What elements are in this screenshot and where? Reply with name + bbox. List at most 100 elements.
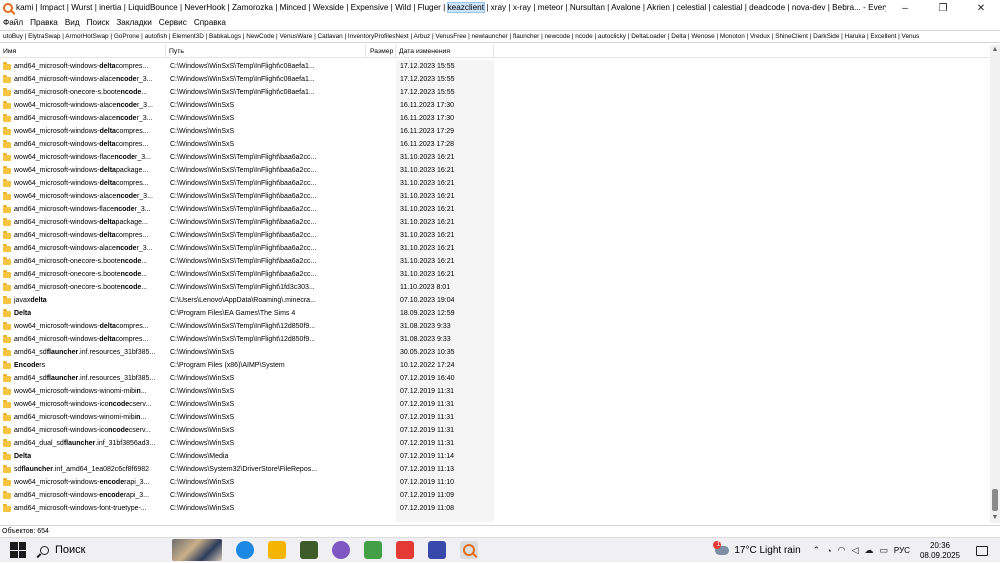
winrar-icon[interactable]	[428, 541, 446, 559]
search-input[interactable]: utoBuy | ElytraSwap | ArmorHotSwap | GoP…	[0, 30, 1000, 43]
column-path[interactable]: Путь	[166, 45, 366, 58]
folder-icon	[3, 152, 11, 161]
everything-taskbar-glyph-icon	[463, 544, 475, 556]
minecraft-launcher-icon[interactable]	[364, 541, 382, 559]
cloud-icon[interactable]: ☁	[864, 545, 873, 556]
menu-search[interactable]: Поиск	[87, 16, 110, 29]
folder-icon	[3, 74, 11, 83]
table-row[interactable]: amd64_microsoft-windows-font-truetype-..…	[0, 502, 990, 515]
table-row[interactable]: wow64_microsoft-windows-winomi-mibin... C…	[0, 385, 990, 398]
table-row[interactable]: javaxdelta C:\Users\Lenovo\AppData\Roamin…	[0, 294, 990, 307]
table-row[interactable]: wow64_microsoft-windows-encoderapi_3... C…	[0, 476, 990, 489]
table-row[interactable]: amd64_sdflauncher.inf.resources_31bf385.…	[0, 346, 990, 359]
minecraft-icon[interactable]	[300, 541, 318, 559]
table-row[interactable]: amd64_microsoft-windows-flacencoder_3...…	[0, 203, 990, 216]
file-name: Encoders	[14, 362, 46, 369]
table-row[interactable]: wow64_microsoft-windows-deltacompres... C…	[0, 125, 990, 138]
anydesk-icon[interactable]	[396, 541, 414, 559]
battery-icon[interactable]: ▭	[879, 545, 888, 556]
minimize-button[interactable]: –	[886, 0, 924, 16]
table-row[interactable]: amd64_microsoft-windows-alacencoder_3...…	[0, 242, 990, 255]
chevron-up-icon[interactable]: ⌃	[813, 545, 821, 556]
file-date: 31.10.2023 16:21	[396, 268, 494, 281]
file-date: 16.11.2023 17:29	[396, 125, 494, 138]
table-row[interactable]: amd64_microsoft-onecore-s.bootencode... C…	[0, 281, 990, 294]
file-name: amd64_microsoft-windows-deltacompres...	[14, 141, 149, 148]
table-row[interactable]: amd64_microsoft-windows-deltacompres... C…	[0, 138, 990, 151]
table-row[interactable]: wow64_microsoft-windows-deltapackage... C…	[0, 164, 990, 177]
scroll-down-icon[interactable]: ▼	[990, 513, 1000, 523]
file-path: C:\Windows\WinSxS\Temp\InFlight\baa6a2cc…	[170, 167, 317, 174]
volume-icon[interactable]: ◁	[851, 545, 858, 556]
menu-view[interactable]: Вид	[65, 16, 80, 29]
table-row[interactable]: wow64_microsoft-windows-iconcodecserv...…	[0, 398, 990, 411]
file-date: 07.12.2019 16:40	[396, 372, 494, 385]
table-row[interactable]: wow64_microsoft-windows-alacencoder_3...…	[0, 190, 990, 203]
widget-thumbnail[interactable]	[172, 539, 222, 561]
table-row[interactable]: amd64_microsoft-windows-deltacompres... C…	[0, 60, 990, 73]
table-row[interactable]: amd64_microsoft-windows-alacencoder_3...…	[0, 73, 990, 86]
maximize-button[interactable]: ❐	[924, 0, 962, 16]
notification-icon[interactable]	[976, 545, 988, 556]
file-name-cell: amd64_microsoft-windows-deltacompres...	[3, 333, 166, 346]
file-name-cell: amd64_microsoft-windows-iconcodecserv...	[3, 424, 166, 437]
table-row[interactable]: wow64_microsoft-windows-alacencoder_3...…	[0, 99, 990, 112]
file-name-cell: javaxdelta	[3, 294, 166, 307]
table-row[interactable]: amd64_microsoft-windows-alacencoder_3...…	[0, 112, 990, 125]
table-row[interactable]: amd64_microsoft-windows-iconcodecserv...…	[0, 424, 990, 437]
table-row[interactable]: wow64_microsoft-windows-deltacompres... C…	[0, 177, 990, 190]
windows-start-icon[interactable]	[10, 542, 26, 558]
table-row[interactable]: Delta C:\Program Files\EA Games\The Sims …	[0, 307, 990, 320]
table-row[interactable]: amd64_sdflauncher.inf.resources_31bf385.…	[0, 372, 990, 385]
table-row[interactable]: amd64_microsoft-windows-deltacompres... C…	[0, 333, 990, 346]
table-row[interactable]: amd64_microsoft-onecore-s.bootencode... C…	[0, 86, 990, 99]
table-row[interactable]: amd64_microsoft-windows-encoderapi_3... C…	[0, 489, 990, 502]
file-date: 07.12.2019 11:10	[396, 476, 494, 489]
weather-widget[interactable]: 1 17°C Light rain	[713, 541, 801, 556]
wifi-icon[interactable]: ◠	[838, 545, 846, 556]
folder-icon	[3, 412, 11, 421]
table-row[interactable]: amd64_microsoft-onecore-s.bootencode... C…	[0, 268, 990, 281]
column-size[interactable]: Размер	[366, 45, 396, 58]
table-row[interactable]: amd64_microsoft-onecore-s.bootencode... C…	[0, 255, 990, 268]
menu-bookmarks[interactable]: Закладки	[116, 16, 151, 29]
close-button[interactable]: ✕	[962, 0, 1000, 16]
clock[interactable]: 20:36 08.09.2025	[920, 541, 960, 561]
file-path: C:\Windows\WinSxS\Temp\InFlight\baa6a2cc…	[170, 206, 317, 213]
menu-edit[interactable]: Правка	[30, 16, 58, 29]
file-path: C:\Windows\WinSxS\Temp\InFlight\baa6a2cc…	[170, 193, 317, 200]
file-name: amd64_sdflauncher.inf.resources_31bf385.…	[14, 349, 156, 356]
title-bar: kami | Impact | Wurst | inertia | Liquid…	[0, 0, 1000, 16]
scroll-thumb[interactable]	[992, 489, 998, 511]
table-row[interactable]: amd64_microsoft-windows-deltacompres... C…	[0, 229, 990, 242]
folder-icon	[3, 347, 11, 356]
edge-icon[interactable]	[236, 541, 254, 559]
table-row[interactable]: Encoders C:\Program Files (x86)\AIMP\Syst…	[0, 359, 990, 372]
network-icon[interactable]: ◔	[826, 546, 831, 556]
table-row[interactable]: wow64_microsoft-windows-flacencoder_3...…	[0, 151, 990, 164]
table-row[interactable]: amd64_microsoft-windows-winomi-mibin... C…	[0, 411, 990, 424]
taskbar-search[interactable]: Поиск	[40, 540, 160, 560]
table-row[interactable]: wow64_microsoft-windows-deltacompres... C…	[0, 320, 990, 333]
folder-icon	[3, 139, 11, 148]
everything-taskbar-icon[interactable]	[460, 541, 478, 559]
file-path: C:\Windows\WinSxS	[170, 102, 235, 109]
column-name[interactable]: Имя	[0, 45, 166, 58]
vertical-scrollbar[interactable]: ▲ ▼	[990, 45, 1000, 523]
menu-tools[interactable]: Сервис	[159, 16, 187, 29]
menu-help[interactable]: Справка	[194, 16, 226, 29]
table-row[interactable]: Delta C:\Windows\Media 07.12.2019 11:14	[0, 450, 990, 463]
table-row[interactable]: sdflauncher.inf_amd64_1ea082c6cf8f6982 C:…	[0, 463, 990, 476]
menu-file[interactable]: Файл	[3, 16, 23, 29]
discord-icon[interactable]	[332, 541, 350, 559]
file-path: C:\Windows\WinSxS\Temp\InFlight\c08aefa1…	[170, 89, 315, 96]
table-row[interactable]: amd64_dual_sdflauncher.inf_31bf3856ad3..…	[0, 437, 990, 450]
column-date[interactable]: Дата изменения	[396, 45, 494, 58]
scroll-up-icon[interactable]: ▲	[990, 45, 1000, 55]
file-explorer-icon[interactable]	[268, 541, 286, 559]
file-name-cell: wow64_microsoft-windows-alacencoder_3...	[3, 190, 166, 203]
file-name: amd64_microsoft-windows-flacencoder_3...	[14, 206, 151, 213]
language-indicator[interactable]: РУС	[894, 546, 910, 555]
file-name: wow64_microsoft-windows-encoderapi_3...	[14, 479, 150, 486]
table-row[interactable]: amd64_microsoft-windows-deltapackage... C…	[0, 216, 990, 229]
